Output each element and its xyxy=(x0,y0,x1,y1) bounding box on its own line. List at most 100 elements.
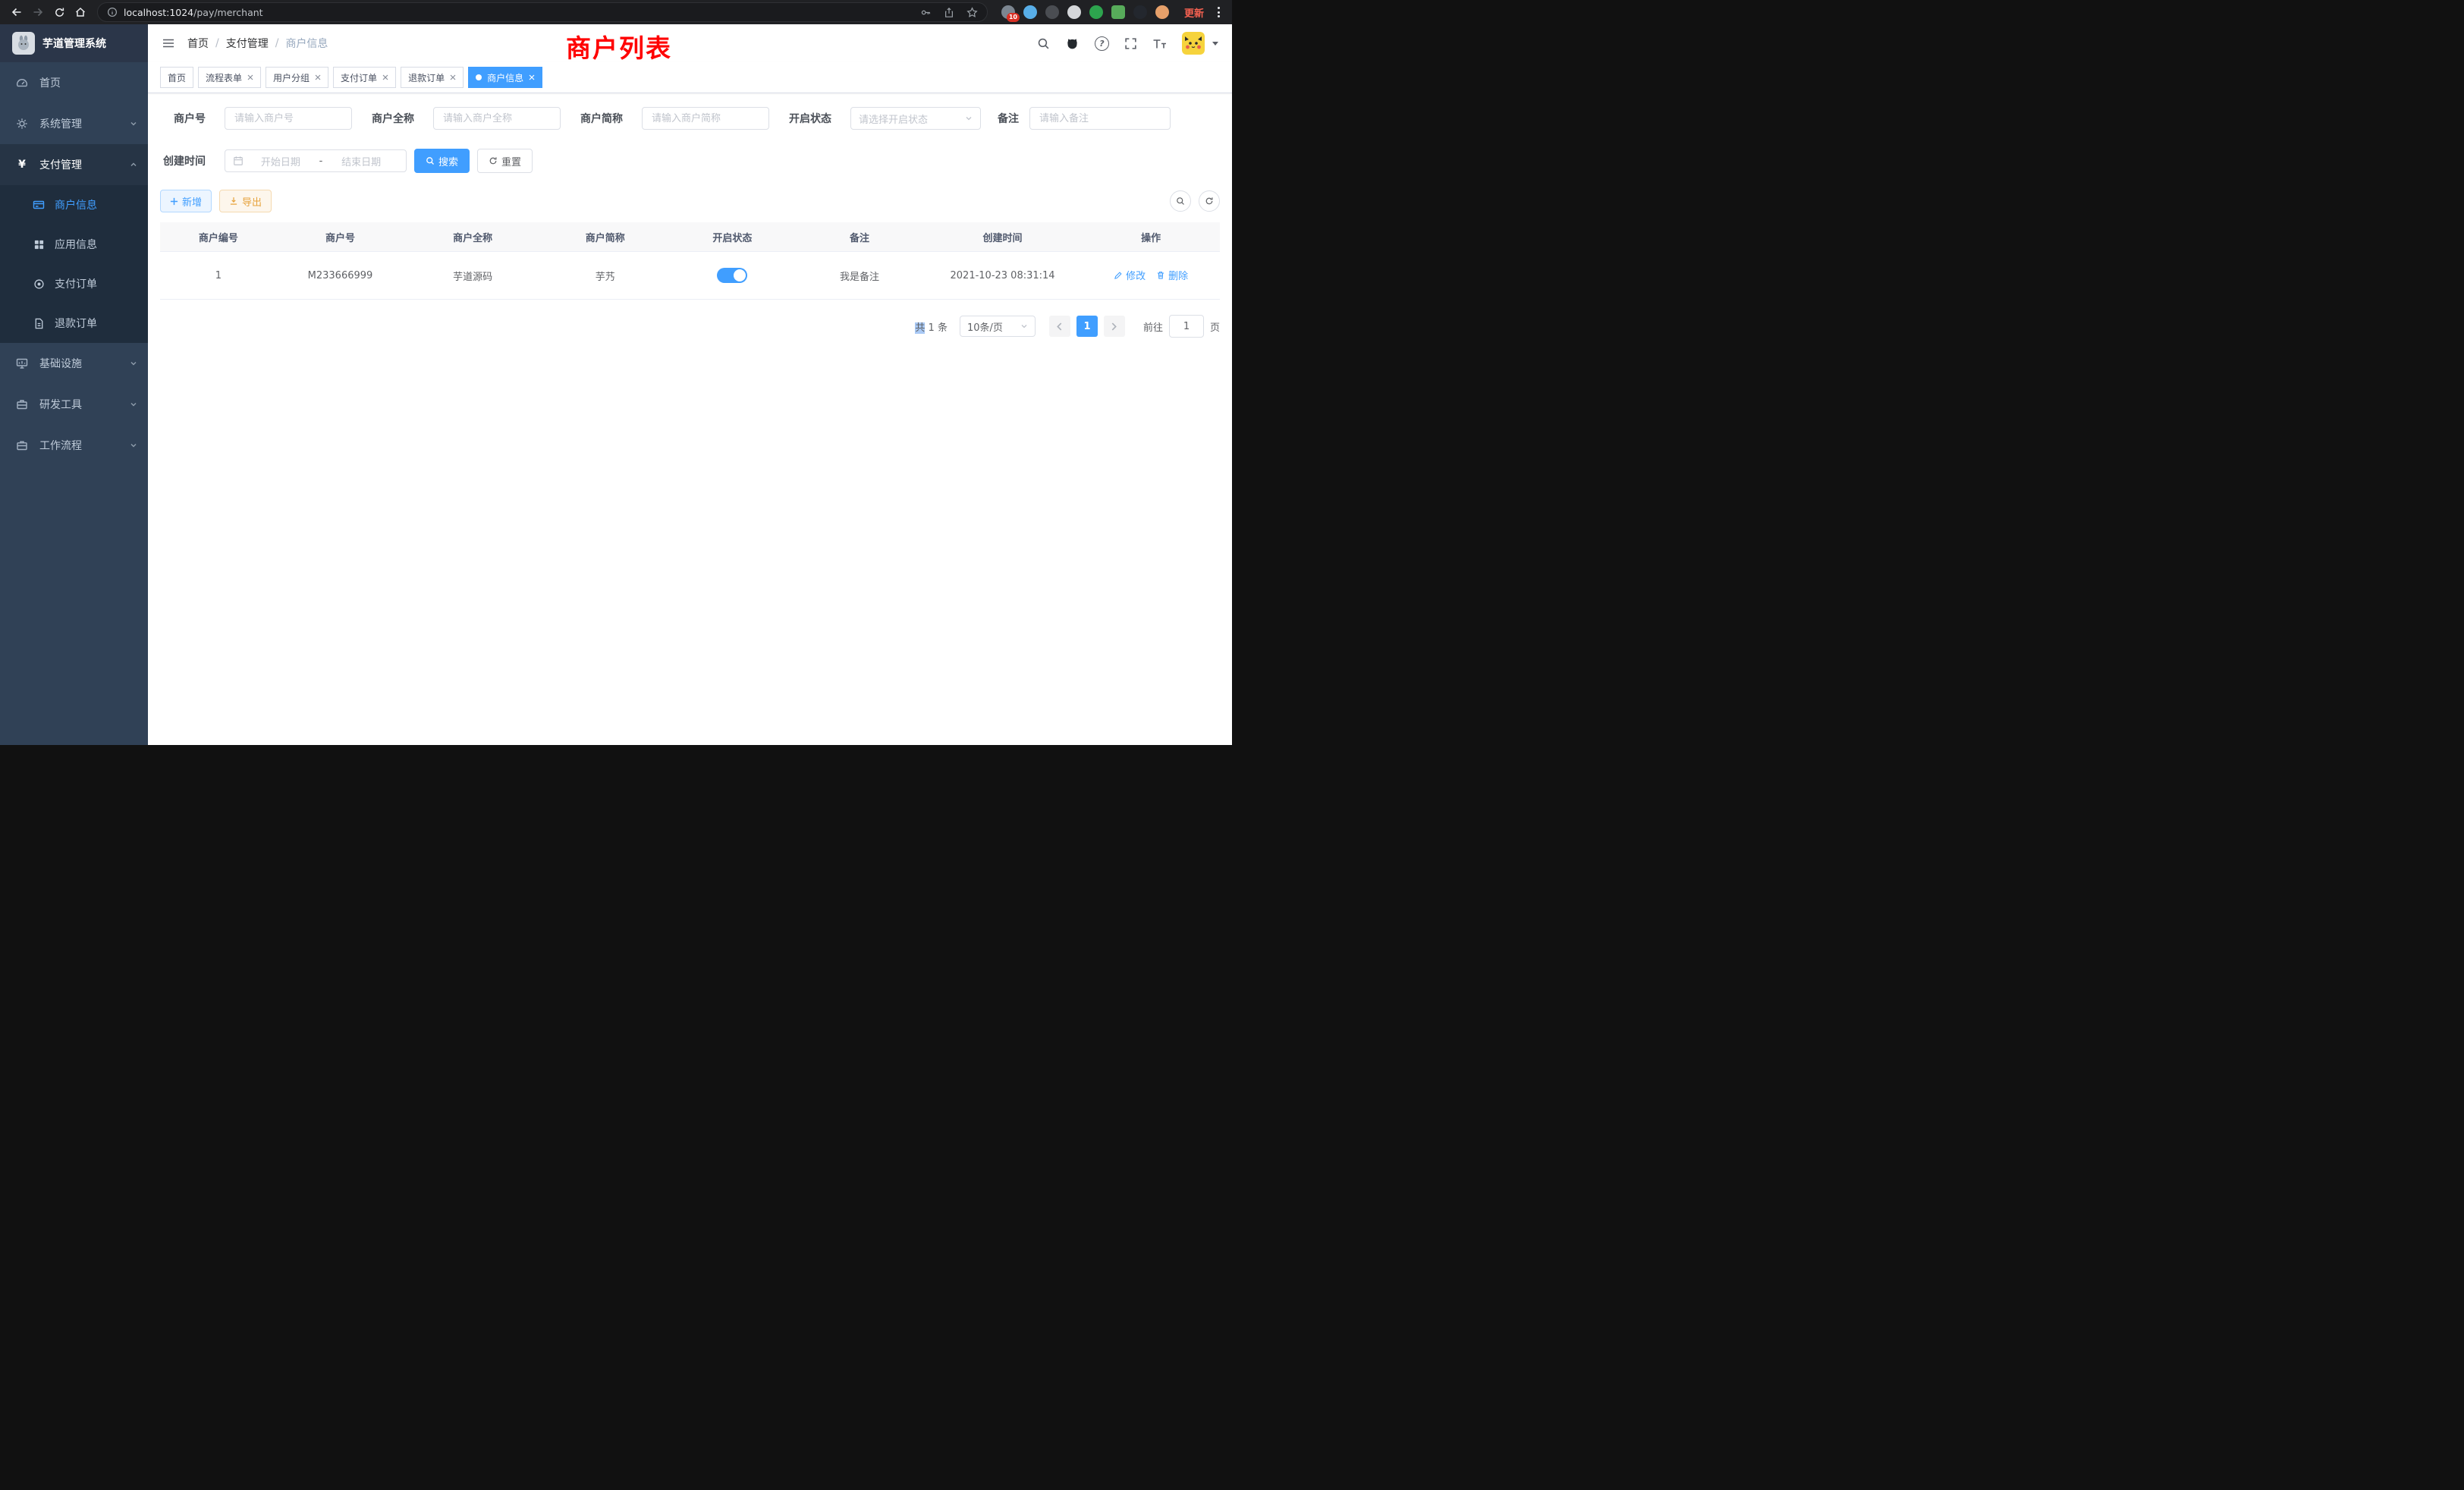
col-full-name: 商户全称 xyxy=(404,222,542,252)
sidebar-item-home[interactable]: 首页 xyxy=(0,62,148,103)
cell-merchant-no: M233666999 xyxy=(277,252,404,300)
github-icon[interactable] xyxy=(1065,36,1080,51)
forward-icon[interactable] xyxy=(27,2,49,23)
status-label: 开启状态 xyxy=(786,111,831,126)
tab-close-icon[interactable] xyxy=(529,74,535,80)
next-page-button[interactable] xyxy=(1104,316,1125,337)
status-toggle[interactable] xyxy=(717,268,747,283)
sidebar-item-refund-order[interactable]: 退款订单 xyxy=(0,303,148,343)
breadcrumb-home[interactable]: 首页 xyxy=(187,36,209,51)
site-info-icon[interactable] xyxy=(107,7,118,17)
page-1-button[interactable]: 1 xyxy=(1076,316,1098,337)
hide-search-button[interactable] xyxy=(1170,190,1191,212)
goto-page-input[interactable] xyxy=(1169,315,1204,338)
remark-input[interactable] xyxy=(1029,107,1171,130)
table-header-row: 商户编号 商户号 商户全称 商户简称 开启状态 备注 创建时间 操作 xyxy=(160,222,1220,252)
extension-icon-6[interactable] xyxy=(1111,5,1125,19)
chevron-down-icon xyxy=(1020,322,1028,330)
create-time-label: 创建时间 xyxy=(160,153,206,168)
tab-user-group[interactable]: 用户分组 xyxy=(266,67,328,88)
password-key-icon[interactable] xyxy=(920,7,932,18)
add-button[interactable]: 新增 xyxy=(160,190,212,212)
url-text: localhost:1024/pay/merchant xyxy=(124,7,263,18)
extension-icon-2[interactable] xyxy=(1023,5,1037,19)
reset-button[interactable]: 重置 xyxy=(477,149,533,173)
extension-badge: 10 xyxy=(1007,13,1020,22)
home-icon[interactable] xyxy=(70,2,91,23)
logo-image xyxy=(12,32,35,55)
sidebar-item-system[interactable]: 系统管理 xyxy=(0,103,148,144)
extension-icon-1[interactable]: 10 xyxy=(1001,5,1015,19)
back-icon[interactable] xyxy=(6,2,27,23)
extension-icon-7[interactable] xyxy=(1133,5,1147,19)
export-button[interactable]: 导出 xyxy=(219,190,272,212)
search-button[interactable]: 搜索 xyxy=(414,149,470,173)
cell-create-time: 2021-10-23 08:31:14 xyxy=(923,252,1083,300)
sidebar: 芋道管理系统 首页 系统管理 xyxy=(0,24,148,745)
sidebar-item-infrastructure[interactable]: 基础设施 xyxy=(0,343,148,384)
sidebar-item-merchant-info[interactable]: 商户信息 xyxy=(0,185,148,225)
short-name-input[interactable] xyxy=(642,107,769,130)
reload-icon[interactable] xyxy=(49,2,70,23)
sidebar-item-app-info[interactable]: 应用信息 xyxy=(0,225,148,264)
start-date-placeholder: 开始日期 xyxy=(244,154,318,168)
edit-button[interactable]: 修改 xyxy=(1114,268,1146,282)
fullscreen-icon[interactable] xyxy=(1124,37,1137,50)
screen: localhost:1024/pay/merchant 10 更新 xyxy=(0,0,1232,745)
help-icon[interactable]: ? xyxy=(1095,36,1109,51)
chevron-down-icon xyxy=(130,120,137,127)
sidebar-item-dev-tools[interactable]: 研发工具 xyxy=(0,384,148,425)
goto-label: 前往 xyxy=(1143,319,1163,334)
status-select[interactable]: 请选择开启状态 xyxy=(850,107,981,130)
extension-icon-4[interactable] xyxy=(1067,5,1081,19)
user-avatar[interactable] xyxy=(1182,32,1205,55)
gear-icon xyxy=(15,118,29,130)
bookmark-star-icon[interactable] xyxy=(966,7,978,18)
navbar-actions: ? xyxy=(1037,32,1218,55)
create-time-range-picker[interactable]: 开始日期 - 结束日期 xyxy=(225,149,407,172)
page-unit-label: 页 xyxy=(1210,319,1220,334)
full-name-label: 商户全称 xyxy=(369,111,414,126)
merchant-no-input[interactable] xyxy=(225,107,352,130)
tab-merchant-info[interactable]: 商户信息 xyxy=(468,67,542,88)
profile-avatar-icon[interactable] xyxy=(1155,5,1169,19)
tab-pay-order[interactable]: 支付订单 xyxy=(333,67,396,88)
chevron-down-icon xyxy=(130,442,137,449)
browser-menu-icon[interactable] xyxy=(1212,4,1226,20)
extension-icon-5[interactable] xyxy=(1089,5,1103,19)
tab-refund-order[interactable]: 退款订单 xyxy=(401,67,464,88)
tab-process-form[interactable]: 流程表单 xyxy=(198,67,261,88)
tab-close-icon[interactable] xyxy=(247,74,253,80)
refresh-button[interactable] xyxy=(1199,190,1220,212)
prev-page-button[interactable] xyxy=(1049,316,1070,337)
page-size-select[interactable]: 10条/页 xyxy=(960,316,1036,337)
tab-home[interactable]: 首页 xyxy=(160,67,193,88)
remark-label: 备注 xyxy=(998,111,1019,126)
tab-close-icon[interactable] xyxy=(315,74,321,80)
cell-remark: 我是备注 xyxy=(796,252,923,300)
browser-update-button[interactable]: 更新 xyxy=(1184,5,1204,20)
full-name-input[interactable] xyxy=(433,107,561,130)
sidebar-item-payment[interactable]: ¥ 支付管理 xyxy=(0,144,148,185)
col-merchant-id: 商户编号 xyxy=(160,222,277,252)
chevron-up-icon xyxy=(130,161,137,168)
pagination-total: 共 1 条 xyxy=(915,319,948,334)
extension-icon-3[interactable] xyxy=(1045,5,1059,19)
sidebar-item-pay-order[interactable]: 支付订单 xyxy=(0,264,148,303)
hamburger-icon[interactable] xyxy=(162,36,175,50)
toolbox-icon xyxy=(15,398,29,410)
tab-close-icon[interactable] xyxy=(450,74,456,80)
avatar-dropdown-icon[interactable] xyxy=(1212,42,1218,46)
breadcrumb-payment[interactable]: 支付管理 xyxy=(226,36,269,51)
col-short-name: 商户简称 xyxy=(542,222,669,252)
cell-short-name: 芋艿 xyxy=(542,252,669,300)
search-icon[interactable] xyxy=(1037,37,1050,50)
share-icon[interactable] xyxy=(944,7,954,18)
url-bar[interactable]: localhost:1024/pay/merchant xyxy=(97,2,988,22)
page-content: 商户号 商户全称 商户简称 开启状态 请选择开启状态 xyxy=(148,93,1232,338)
tab-close-icon[interactable] xyxy=(382,74,388,80)
merchant-no-label: 商户号 xyxy=(160,111,206,126)
sidebar-item-workflow[interactable]: 工作流程 xyxy=(0,425,148,466)
font-size-icon[interactable] xyxy=(1152,37,1167,50)
delete-button[interactable]: 删除 xyxy=(1156,268,1188,282)
